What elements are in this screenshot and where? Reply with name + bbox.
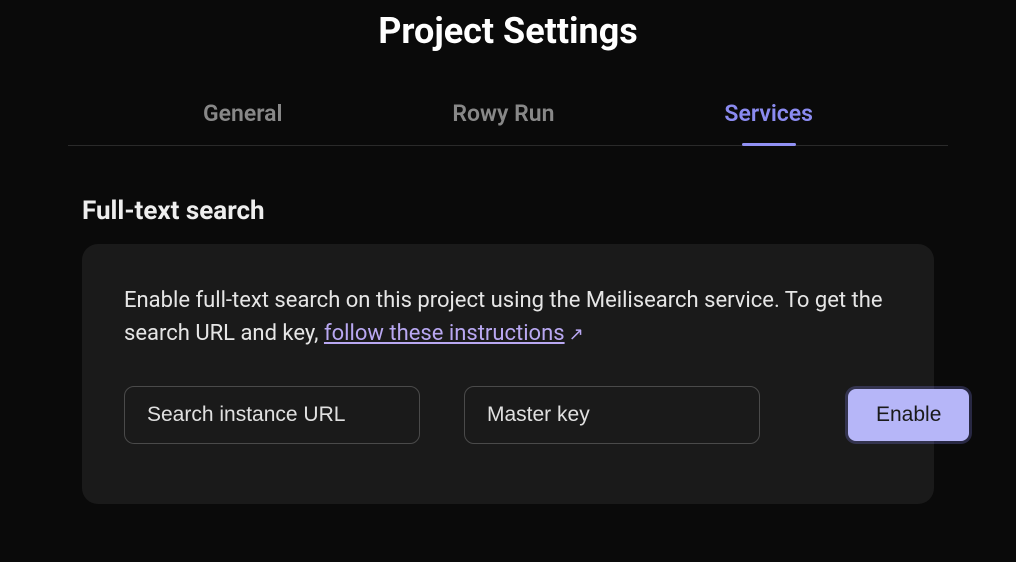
form-row: Enable — [124, 386, 892, 444]
instructions-link[interactable]: follow these instructions↗ — [324, 321, 584, 346]
tab-general[interactable]: General — [203, 100, 283, 145]
master-key-input[interactable] — [464, 386, 760, 444]
enable-button[interactable]: Enable — [848, 389, 969, 441]
tab-services[interactable]: Services — [724, 100, 813, 145]
tab-rowy-run[interactable]: Rowy Run — [452, 100, 554, 145]
external-link-icon: ↗ — [569, 321, 584, 348]
instructions-link-text: follow these instructions — [324, 321, 565, 346]
search-instance-url-input[interactable] — [124, 386, 420, 444]
section-full-text-search: Full-text search Enable full-text search… — [68, 196, 948, 504]
card-description: Enable full-text search on this project … — [124, 284, 892, 350]
tabs-container: General Rowy Run Services — [68, 100, 948, 146]
section-title: Full-text search — [82, 196, 934, 226]
page-title: Project Settings — [0, 0, 1016, 62]
settings-card: Enable full-text search on this project … — [82, 244, 934, 504]
